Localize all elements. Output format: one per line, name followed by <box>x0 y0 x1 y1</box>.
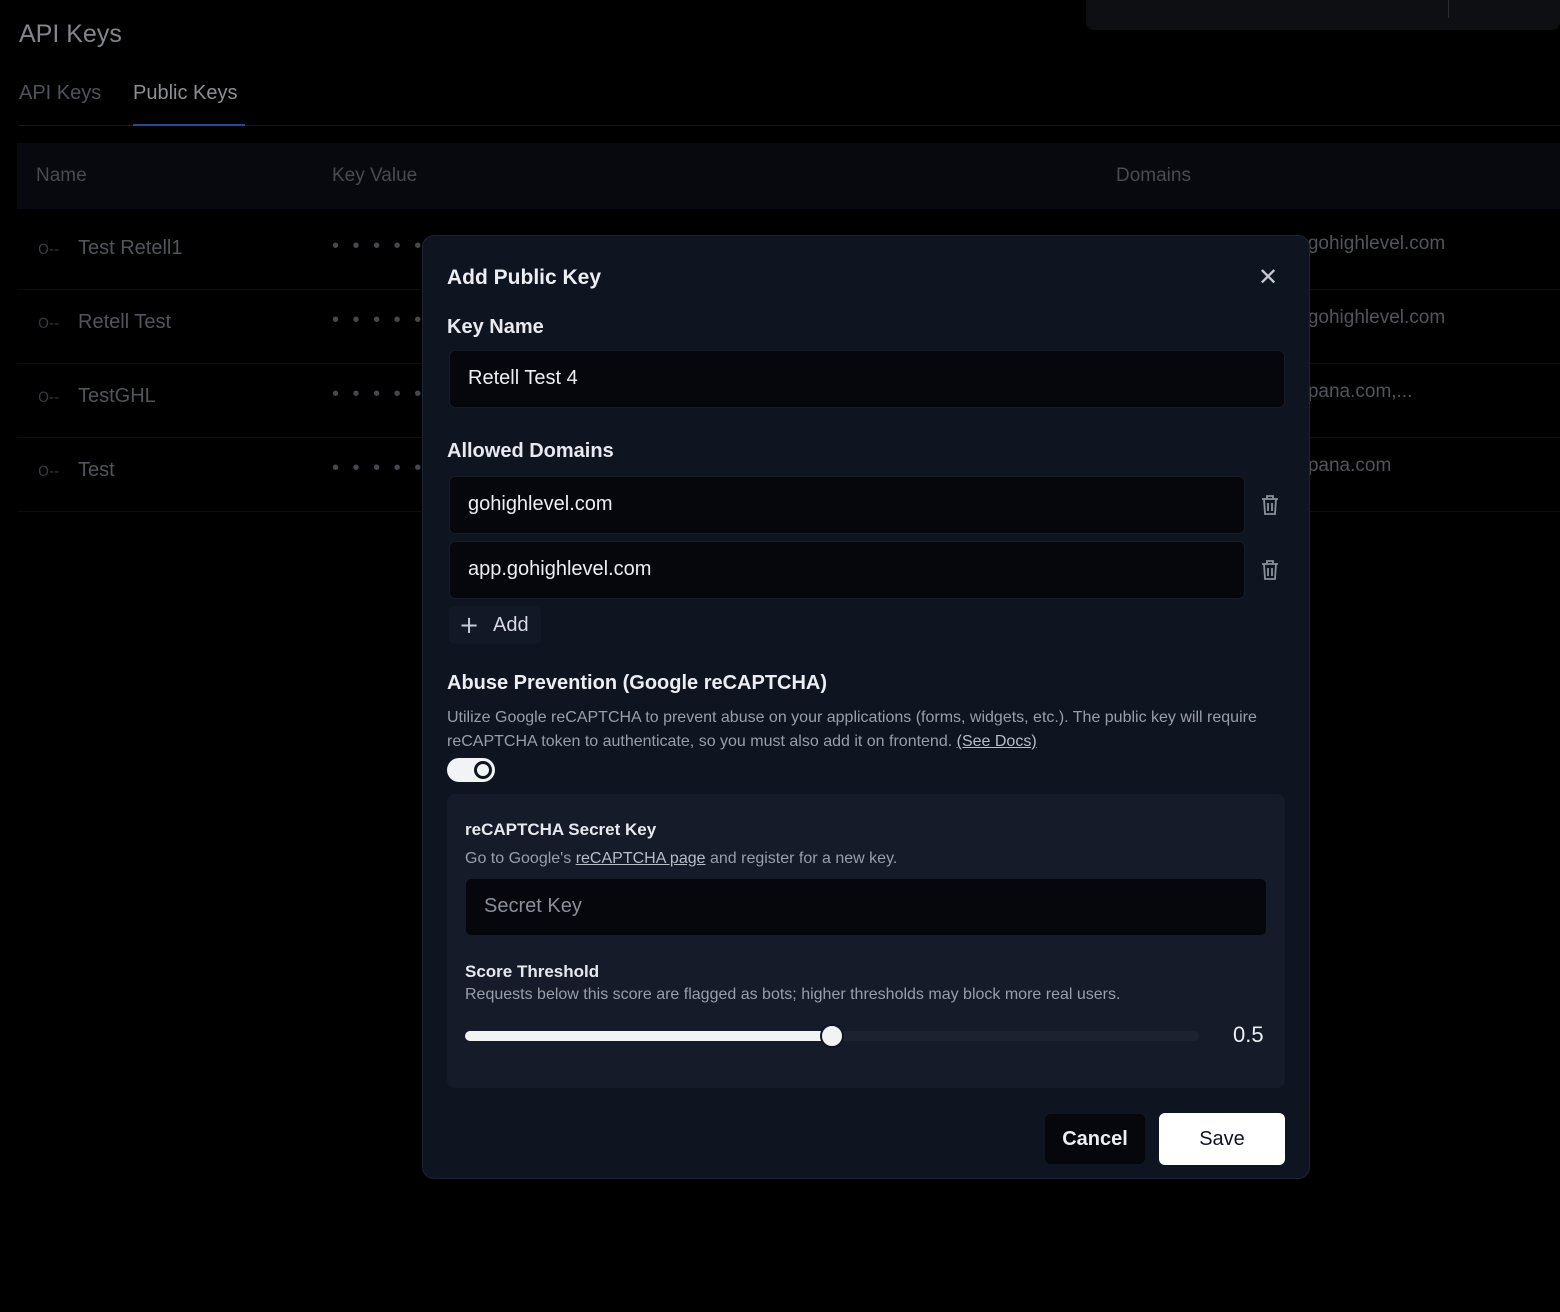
score-threshold-description: Requests below this score are flagged as… <box>465 986 1121 1003</box>
key-name-value: Retell Test 4 <box>468 367 578 389</box>
trash-icon[interactable] <box>1259 493 1281 517</box>
abuse-prevention-description: Utilize Google reCAPTCHA to prevent abus… <box>447 706 1287 754</box>
score-threshold-value: 0.5 <box>1233 1022 1264 1047</box>
abuse-description-text: Utilize Google reCAPTCHA to prevent abus… <box>447 709 1257 750</box>
add-domain-button[interactable]: + Add <box>449 606 541 644</box>
secret-key-placeholder: Secret Key <box>484 895 582 917</box>
slider-fill <box>465 1031 832 1041</box>
domain-input[interactable]: gohighlevel.com <box>449 476 1245 534</box>
cancel-button[interactable]: Cancel <box>1045 1114 1145 1164</box>
domain-input[interactable]: app.gohighlevel.com <box>449 541 1245 599</box>
save-button[interactable]: Save <box>1159 1113 1285 1165</box>
secret-key-description: Go to Google's reCAPTCHA page and regist… <box>465 850 897 868</box>
score-threshold-title: Score Threshold <box>465 962 600 981</box>
toggle-knob <box>474 761 492 779</box>
add-domain-label: Add <box>493 614 529 636</box>
domain-value: app.gohighlevel.com <box>468 558 652 580</box>
recaptcha-page-link[interactable]: reCAPTCHA page <box>576 850 706 867</box>
trash-icon[interactable] <box>1259 558 1281 582</box>
secret-key-desc-prefix: Go to Google's <box>465 850 572 867</box>
score-threshold-slider[interactable] <box>465 1024 1199 1048</box>
plus-icon: + <box>459 611 480 639</box>
recaptcha-settings-panel: reCAPTCHA Secret Key Go to Google's reCA… <box>447 794 1285 1088</box>
close-icon[interactable]: ✕ <box>1255 264 1281 290</box>
abuse-prevention-title: Abuse Prevention (Google reCAPTCHA) <box>447 672 828 694</box>
allowed-domains-label: Allowed Domains <box>447 440 614 462</box>
modal-title: Add Public Key <box>447 266 602 289</box>
recaptcha-toggle[interactable] <box>447 758 495 782</box>
secret-key-title: reCAPTCHA Secret Key <box>465 820 657 839</box>
key-name-label: Key Name <box>447 316 544 338</box>
secret-key-desc-suffix: and register for a new key. <box>709 850 898 867</box>
slider-thumb[interactable] <box>820 1024 844 1048</box>
secret-key-input[interactable]: Secret Key <box>465 878 1267 936</box>
see-docs-link[interactable]: (See Docs) <box>957 733 1037 750</box>
domain-value: gohighlevel.com <box>468 493 613 515</box>
add-public-key-modal: Add Public Key ✕ Key Name Retell Test 4 … <box>422 235 1310 1179</box>
key-name-input[interactable]: Retell Test 4 <box>449 350 1285 408</box>
